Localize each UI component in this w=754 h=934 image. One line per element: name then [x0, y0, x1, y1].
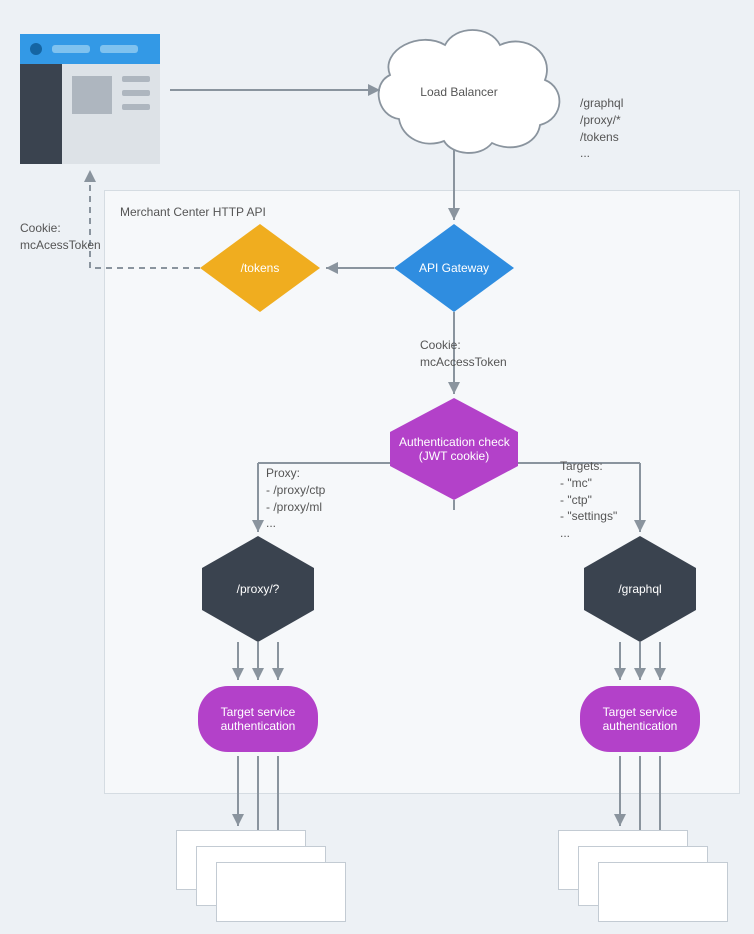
service-box: [598, 862, 728, 922]
graphql-pill-text: Target service authentication: [603, 705, 678, 733]
targets-note: Targets: - "mc" - "ctp" - "settings" ...: [560, 458, 617, 542]
browser-thumbnail: [72, 76, 112, 114]
proxy-auth-pill: Target service authentication: [198, 686, 318, 752]
browser-sidebar: [20, 64, 62, 164]
browser-content: [62, 64, 160, 164]
service-box: [216, 862, 346, 922]
graphql-auth-pill: Target service authentication: [580, 686, 700, 752]
gateway-diamond-label: API Gateway: [404, 261, 504, 275]
auth-hex-label: Authentication check (JWT cookie): [399, 435, 509, 463]
container-title: Merchant Center HTTP API: [120, 204, 266, 221]
tokens-diamond-label: /tokens: [210, 261, 310, 275]
proxy-note: Proxy: - /proxy/ctp - /proxy/ml ...: [266, 465, 325, 532]
browser-dot: [30, 43, 42, 55]
proxy-pill-text: Target service authentication: [221, 705, 296, 733]
load-balancer-label: Load Balancer: [414, 84, 504, 101]
browser-window: [20, 34, 160, 164]
cookie-mid-label: Cookie: mcAccessToken: [420, 337, 507, 371]
browser-text-line: [122, 90, 150, 96]
browser-cookie-label: Cookie: mcAcessToken: [20, 220, 101, 254]
proxy-hex-label: /proxy/?: [203, 582, 313, 596]
browser-titlebar: [20, 34, 160, 64]
browser-urlbar: [52, 45, 90, 53]
browser-text-line: [122, 104, 150, 110]
endpoints-list: /graphql /proxy/* /tokens ...: [580, 95, 623, 162]
browser-text-line: [122, 76, 150, 82]
browser-urlbar: [100, 45, 138, 53]
graphql-hex-label: /graphql: [585, 582, 695, 596]
